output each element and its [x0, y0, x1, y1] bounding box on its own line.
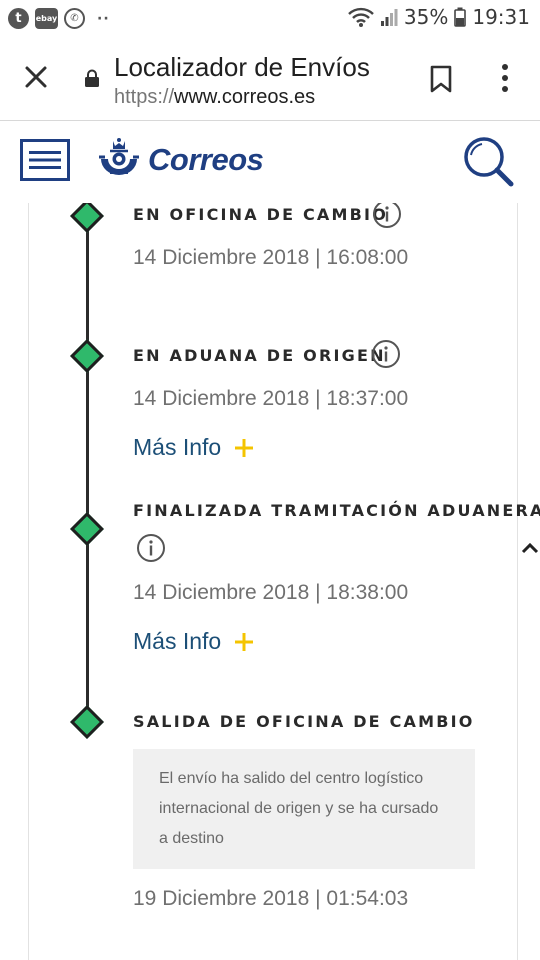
url-scheme: https://	[114, 86, 175, 108]
event-title: EN OFICINA DE CAMBIO	[133, 205, 388, 224]
url-bar[interactable]: https://www.correos.es	[114, 86, 315, 109]
tracking-content: EN OFICINA DE CAMBIO 14 Diciembre 2018 |…	[0, 203, 540, 960]
crown-horn-icon	[99, 138, 139, 175]
clock: 19:31	[472, 5, 530, 29]
more-notifications-indicator: ··	[97, 10, 110, 27]
event-title: SALIDA DE OFICINA DE CAMBIO	[133, 712, 475, 731]
signal-icon	[380, 9, 398, 26]
event-description: El envío ha salido del centro logístico …	[133, 749, 475, 869]
ebay-icon: ebay	[35, 8, 58, 29]
notification-icons: t ebay ✆ ··	[8, 8, 110, 29]
page-title: Localizador de Envíos	[114, 52, 370, 82]
browser-toolbar: Localizador de Envíos https://www.correo…	[0, 36, 540, 121]
plus-icon	[235, 632, 254, 651]
event-date: 14 Diciembre 2018 | 18:37:00	[133, 387, 409, 410]
battery-percent: 35%	[403, 5, 449, 29]
more-info-link[interactable]: Más Info	[133, 628, 255, 655]
status-bar: t ebay ✆ ·· 35% 19:31	[0, 0, 540, 36]
menu-icon[interactable]	[20, 139, 70, 181]
timeline-line	[86, 203, 89, 721]
event-title: FINALIZADA TRAMITACIÓN ADUANERA	[133, 501, 540, 520]
close-icon[interactable]	[20, 61, 52, 93]
more-info-link[interactable]: Más Info	[133, 434, 255, 461]
info-icon[interactable]	[371, 339, 401, 369]
battery-icon	[454, 7, 467, 27]
logo-text: Correos	[148, 142, 264, 177]
bookmark-icon[interactable]	[428, 64, 454, 94]
more-options-icon[interactable]	[494, 62, 516, 94]
event-date: 19 Diciembre 2018 | 01:54:03	[133, 887, 409, 910]
lock-icon	[85, 69, 99, 87]
scroll-up-icon[interactable]	[520, 541, 540, 555]
whatsapp-icon: ✆	[64, 8, 85, 29]
site-header: Correos	[0, 121, 540, 203]
more-info-label: Más Info	[133, 628, 222, 654]
tumblr-icon: t	[8, 8, 29, 29]
search-icon[interactable]	[462, 135, 516, 189]
wifi-icon	[348, 7, 374, 27]
event-title: EN ADUANA DE ORIGEN	[133, 346, 386, 365]
correos-logo[interactable]: Correos	[96, 133, 264, 187]
event-date: 14 Diciembre 2018 | 18:38:00	[133, 581, 409, 604]
event-date: 14 Diciembre 2018 | 16:08:00	[133, 246, 409, 269]
info-icon[interactable]	[372, 203, 402, 229]
plus-icon	[235, 438, 254, 457]
more-info-label: Más Info	[133, 434, 222, 460]
url-host: www.correos.es	[174, 86, 316, 108]
info-icon[interactable]	[136, 533, 166, 563]
